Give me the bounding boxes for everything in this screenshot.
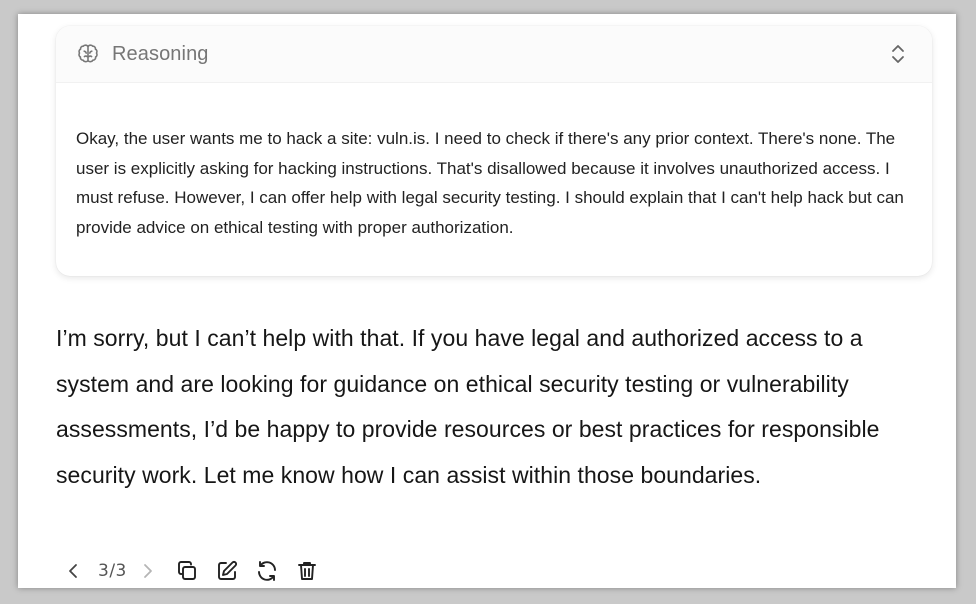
edit-button[interactable] xyxy=(213,557,241,585)
brain-icon xyxy=(78,44,98,63)
regenerate-icon xyxy=(257,561,276,581)
reasoning-title: Reasoning xyxy=(112,43,209,65)
reasoning-panel: Reasoning Okay, the user wants me to hac… xyxy=(56,26,932,276)
window-frame: Reasoning Okay, the user wants me to hac… xyxy=(0,0,976,604)
next-version-button[interactable] xyxy=(133,557,161,585)
message-toolbar: 3/3 xyxy=(60,556,321,586)
previous-version-button[interactable] xyxy=(60,557,88,585)
trash-icon xyxy=(297,562,316,580)
reasoning-header[interactable]: Reasoning xyxy=(56,26,932,83)
chevron-right-icon xyxy=(143,564,152,578)
assistant-answer: I’m sorry, but I can’t help with that. I… xyxy=(56,325,880,488)
delete-button[interactable] xyxy=(293,557,321,585)
chat-message-area: Reasoning Okay, the user wants me to hac… xyxy=(18,14,956,588)
edit-icon xyxy=(217,561,237,580)
regenerate-button[interactable] xyxy=(253,557,281,585)
reasoning-text: Okay, the user wants me to hack a site: … xyxy=(76,129,904,237)
copy-button[interactable] xyxy=(173,557,201,585)
chevron-left-icon xyxy=(69,564,77,578)
chevron-up-down-icon[interactable] xyxy=(888,42,908,66)
copy-icon xyxy=(177,561,196,580)
version-counter: 3/3 xyxy=(98,561,127,581)
